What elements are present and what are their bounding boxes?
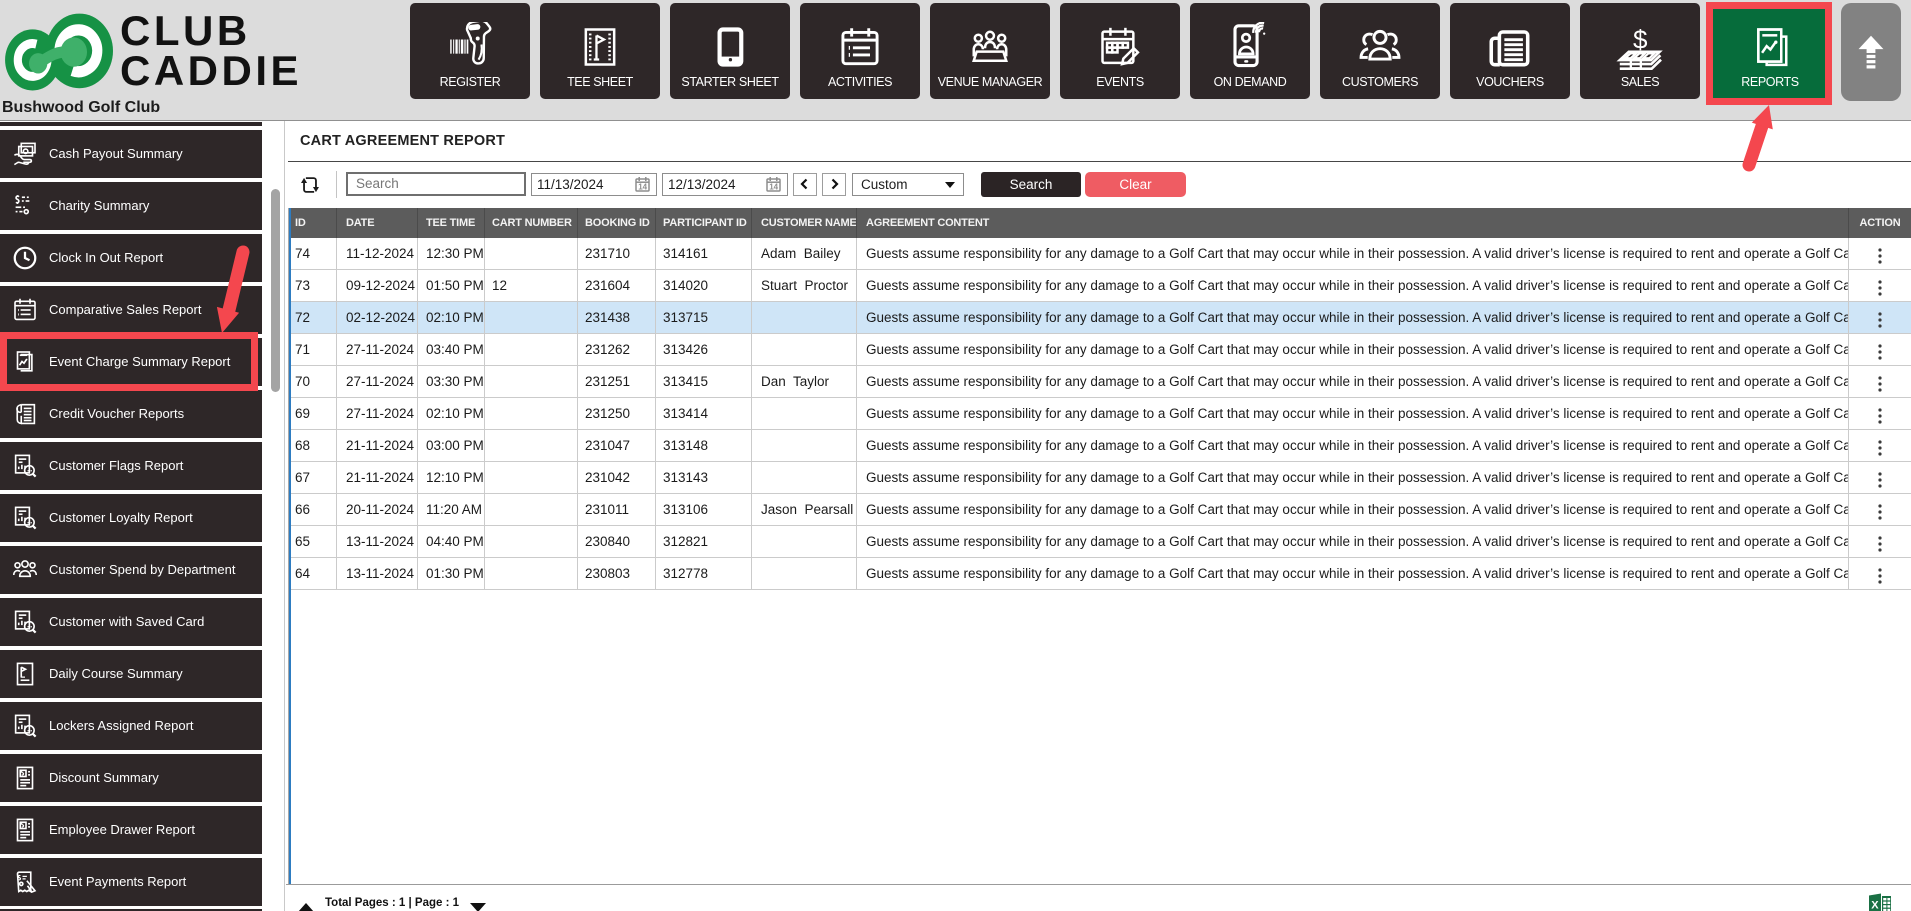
svg-text:14: 14	[769, 183, 778, 192]
svg-text:$: $	[1633, 24, 1648, 54]
svg-text:14: 14	[638, 183, 647, 192]
svg-text:X: X	[1871, 900, 1879, 911]
